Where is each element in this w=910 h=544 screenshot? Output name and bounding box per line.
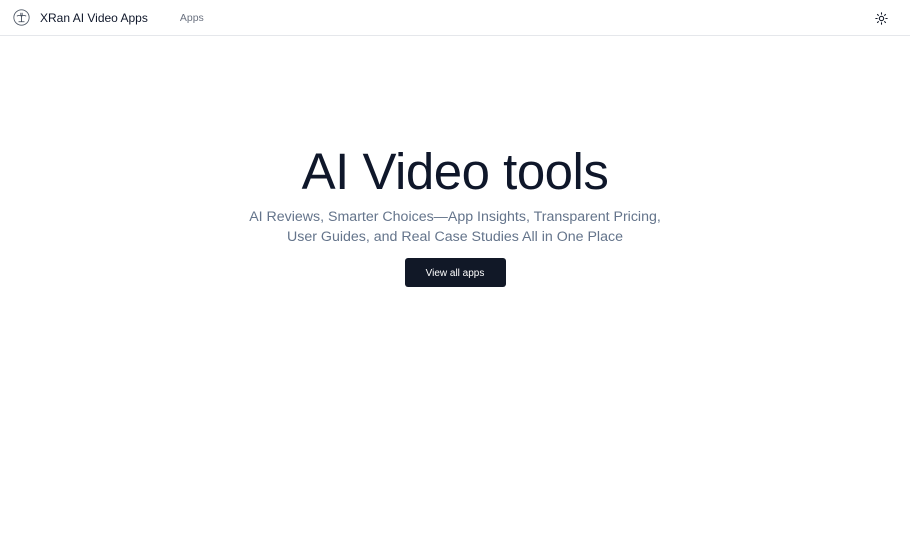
- hero-title: AI Video tools: [301, 143, 609, 200]
- palm-tree-logo-icon: [13, 9, 30, 26]
- brand-name: XRan AI Video Apps: [40, 10, 148, 25]
- hero-subtitle: AI Reviews, Smarter Choices—App Insights…: [249, 209, 661, 245]
- view-all-apps-button[interactable]: View all apps: [404, 258, 506, 287]
- hero-section: AI Video tools AI Reviews, Smarter Choic…: [0, 140, 910, 287]
- nav-link-apps[interactable]: Apps: [180, 12, 204, 24]
- top-navbar: XRan AI Video Apps Apps: [0, 0, 910, 36]
- sun-icon: [874, 11, 888, 25]
- brand-home-link[interactable]: XRan AI Video Apps: [13, 9, 148, 26]
- theme-toggle-button[interactable]: [873, 10, 889, 26]
- page: XRan AI Video Apps Apps AI Video tools A…: [0, 0, 910, 544]
